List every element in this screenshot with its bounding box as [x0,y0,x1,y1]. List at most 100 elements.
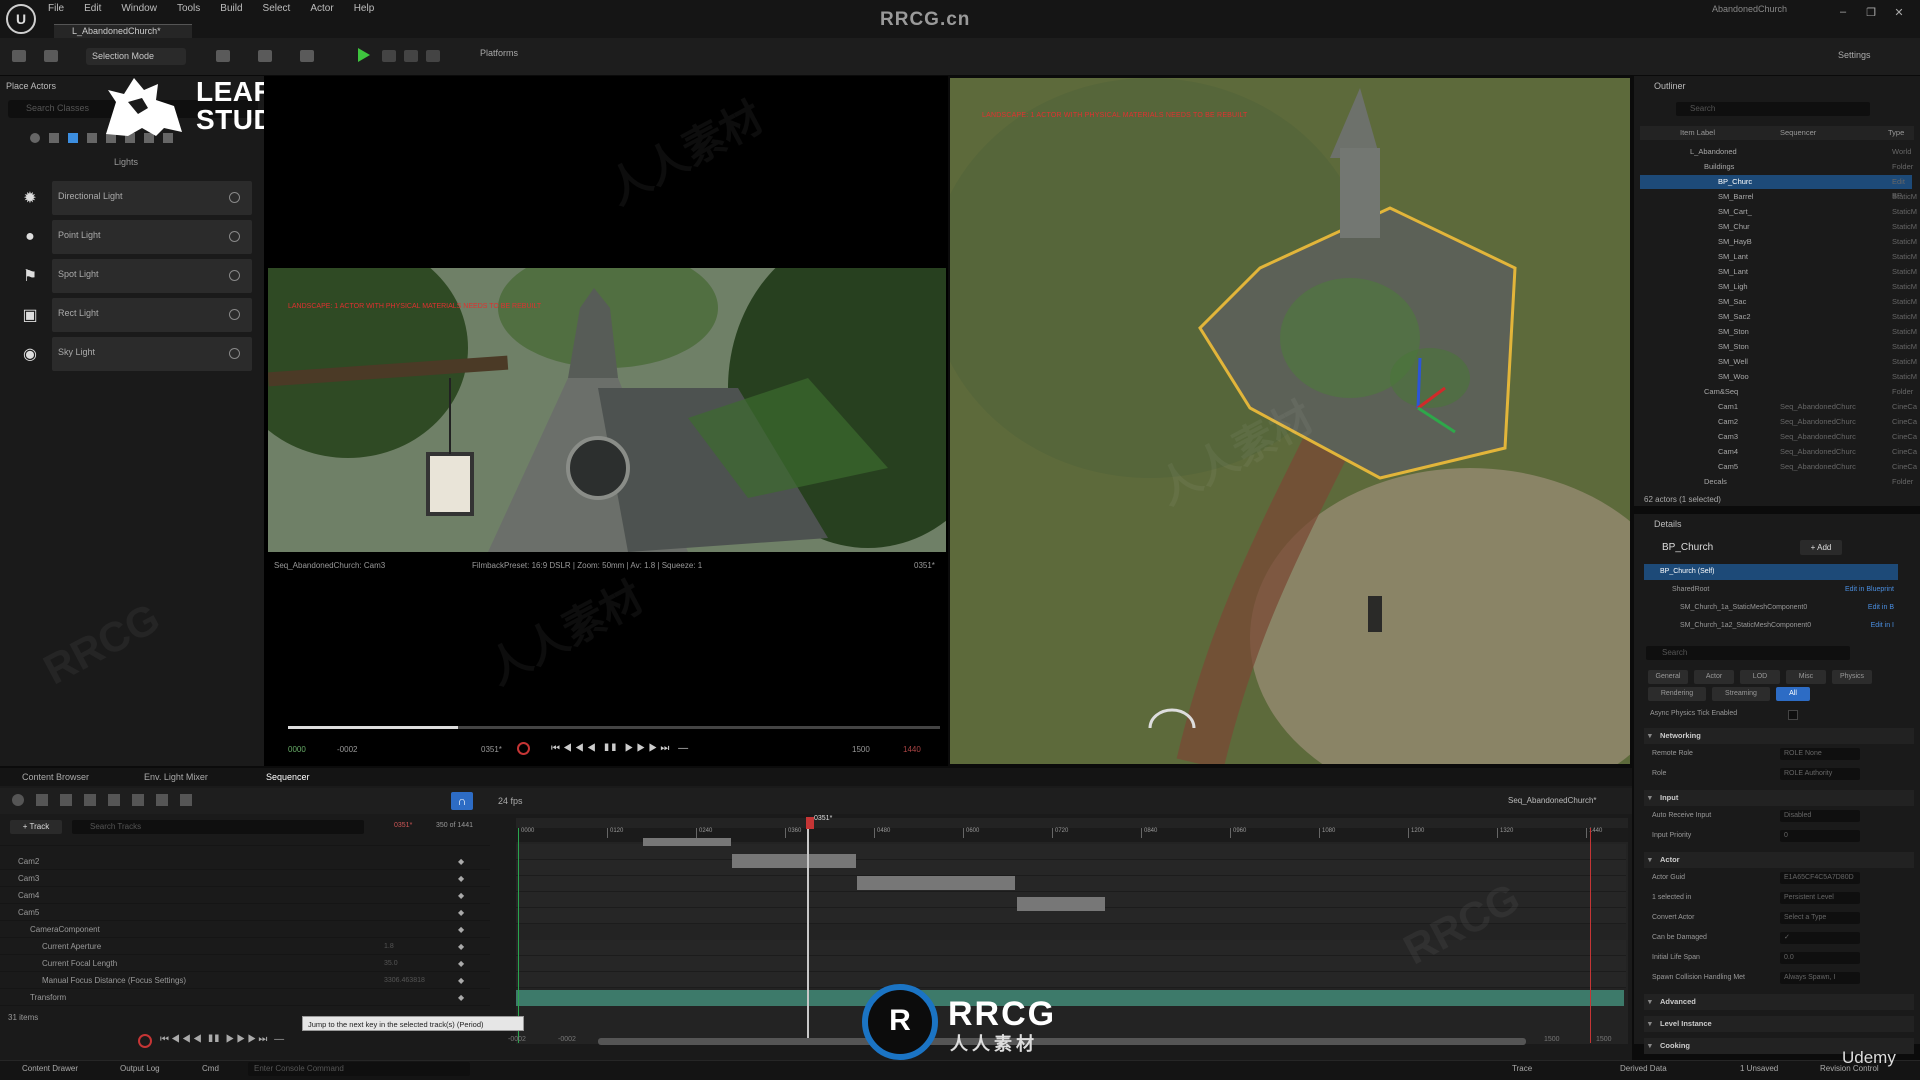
view-options-icon[interactable] [180,794,192,806]
perspective-viewport[interactable] [950,78,1630,764]
outliner-row[interactable]: BP_Churc Edit BP [1640,175,1912,200]
outliner-row[interactable]: SM_Sac StaticM [1640,295,1917,309]
fps-dropdown[interactable]: 24 fps [498,796,523,806]
track-search-input[interactable]: Search Tracks [72,820,364,834]
outliner-row[interactable]: Buildings Folder [1640,160,1913,174]
tab-sequencer[interactable]: Sequencer [266,772,310,782]
help-icon[interactable] [229,270,240,281]
details-tab-general[interactable]: General [1648,670,1688,684]
add-key-icon[interactable]: ◆ [458,973,464,989]
sequencer-transport-icon[interactable]: ⏮◀◀◀ ❚❚ ▶▶▶⏭ — [160,1034,286,1045]
col-type[interactable]: Type [1888,126,1904,140]
outliner-row[interactable]: Cam&Seq Folder [1640,385,1913,399]
save-icon[interactable] [12,50,26,62]
track-value[interactable]: 1.8 [384,939,394,955]
unreal-logo-icon[interactable]: U [6,4,36,34]
track-row[interactable]: CameraComponent ◆ [0,922,490,938]
track-row[interactable]: Current Aperture 1.8 ◆ [0,939,490,955]
record-icon[interactable] [517,742,530,755]
save-sequence-icon[interactable] [36,794,48,806]
outliner-row[interactable]: Cam5 Seq_AbandonedChurc CineCa [1640,460,1917,474]
basic-icon[interactable] [49,133,59,143]
step-icon[interactable] [382,50,396,62]
place-actor-item[interactable]: Sky Light [52,337,252,371]
help-icon[interactable] [229,231,240,242]
help-icon[interactable] [229,309,240,320]
track-row[interactable]: Cam4 ◆ [0,888,490,904]
cinematics-icon[interactable] [300,50,314,62]
details-tab-streaming[interactable]: Streaming [1712,687,1770,701]
transform-track-section[interactable] [516,990,1624,1006]
property-value[interactable]: Always Spawn, I [1780,972,1860,984]
property-value[interactable]: Persistent Level [1780,892,1860,904]
place-actor-item[interactable]: Directional Light [52,181,252,215]
outliner-row[interactable]: SM_Woo StaticM [1640,370,1917,384]
add-key-icon[interactable]: ◆ [458,888,464,904]
play-icon[interactable] [358,48,370,62]
eject-icon[interactable] [426,50,440,62]
edit-in-blueprint-link[interactable]: Edit in I [1871,618,1894,634]
property-value[interactable]: ROLE Authority [1780,768,1860,780]
property-value[interactable]: ✓ [1780,932,1860,944]
close-icon[interactable]: ✕ [1892,6,1906,19]
details-tab-rendering[interactable]: Rendering [1648,687,1706,701]
content-drawer-button[interactable]: Content Drawer [22,1064,78,1073]
details-section-networking[interactable]: ▾ Networking [1644,728,1914,744]
place-actor-item[interactable]: Rect Light [52,298,252,332]
add-track-button[interactable]: + Track [10,820,62,834]
outliner-row[interactable]: SM_Ston StaticM [1640,325,1917,339]
component-row[interactable]: SM_Church_1a2_StaticMeshComponent0 Edit i… [1664,618,1898,634]
edit-in-blueprint-link[interactable]: Edit in B [1868,600,1894,616]
cinematic-camera-view[interactable]: LANDSCAPE: 1 ACTOR WITH PHYSICAL MATERIA… [268,268,946,552]
details-section-input[interactable]: ▾ Input [1644,790,1914,806]
add-key-icon[interactable]: ◆ [458,854,464,870]
playhead-handle-icon[interactable] [806,817,814,829]
tab-env-light-mixer[interactable]: Env. Light Mixer [144,772,208,782]
component-row[interactable]: SharedRoot Edit in Blueprint [1656,582,1898,598]
camera-cut-clip[interactable] [1017,897,1105,911]
derived-data-button[interactable]: Derived Data [1620,1064,1667,1073]
recent-icon[interactable] [30,133,40,143]
selection-mode-dropdown[interactable]: Selection Mode [86,48,186,65]
snap-icon[interactable]: ∩ [451,792,473,810]
details-section-level-instance[interactable]: ▾ Level Instance [1644,1016,1914,1032]
details-tab-misc[interactable]: Misc [1786,670,1826,684]
playhead[interactable] [807,820,809,1044]
edit-in-blueprint-link[interactable]: Edit in Blueprint [1845,582,1894,598]
camera-cut-clip[interactable] [857,876,1015,890]
sun-icon[interactable]: ✹ [10,181,50,215]
menu-select[interactable]: Select [263,3,291,14]
add-actor-icon[interactable] [216,50,230,62]
track-row[interactable]: Current Focal Length 35.0 ◆ [0,956,490,972]
property-value[interactable]: 0 [1780,830,1860,842]
outliner-row[interactable]: Cam2 Seq_AbandonedChurc CineCa [1640,415,1917,429]
transport-buttons-icon[interactable]: ⏮◀◀◀ ❚❚ ▶▶▶⏭ — [551,743,691,754]
details-tab-all[interactable]: All [1776,687,1810,701]
track-row[interactable]: Transform ◆ [0,990,490,1006]
outliner-row[interactable]: SM_Cart_ StaticM [1640,205,1917,219]
track-row[interactable]: Cam2 ◆ [0,854,490,870]
outliner-row[interactable]: Cam3 Seq_AbandonedChurc CineCa [1640,430,1917,444]
unsaved-button[interactable]: 1 Unsaved [1740,1064,1778,1073]
outliner-row[interactable]: SM_Chur StaticM [1640,220,1917,234]
place-actor-item[interactable]: Spot Light [52,259,252,293]
add-key-icon[interactable]: ◆ [458,990,464,1006]
keyframe-icon[interactable] [132,794,144,806]
maximize-icon[interactable]: ❐ [1864,6,1878,19]
menu-file[interactable]: File [48,3,64,14]
property-value[interactable]: Disabled [1780,810,1860,822]
add-key-icon[interactable]: ◆ [458,939,464,955]
add-key-icon[interactable]: ◆ [458,871,464,887]
trace-button[interactable]: Trace [1512,1064,1532,1073]
property-value[interactable]: 0.0 [1780,952,1860,964]
details-section-advanced[interactable]: ▾ Advanced [1644,994,1914,1010]
outliner-row[interactable]: L_Abandoned World [1640,145,1912,159]
world-icon[interactable] [12,794,24,806]
shapes-icon[interactable] [87,133,97,143]
content-icon[interactable] [44,50,58,62]
property-value[interactable]: Select a Type [1780,912,1860,924]
render-icon[interactable] [84,794,96,806]
minimize-icon[interactable]: – [1836,6,1850,18]
timeline-scrollbar[interactable] [598,1038,1526,1045]
details-section-actor[interactable]: ▾ Actor [1644,852,1914,868]
